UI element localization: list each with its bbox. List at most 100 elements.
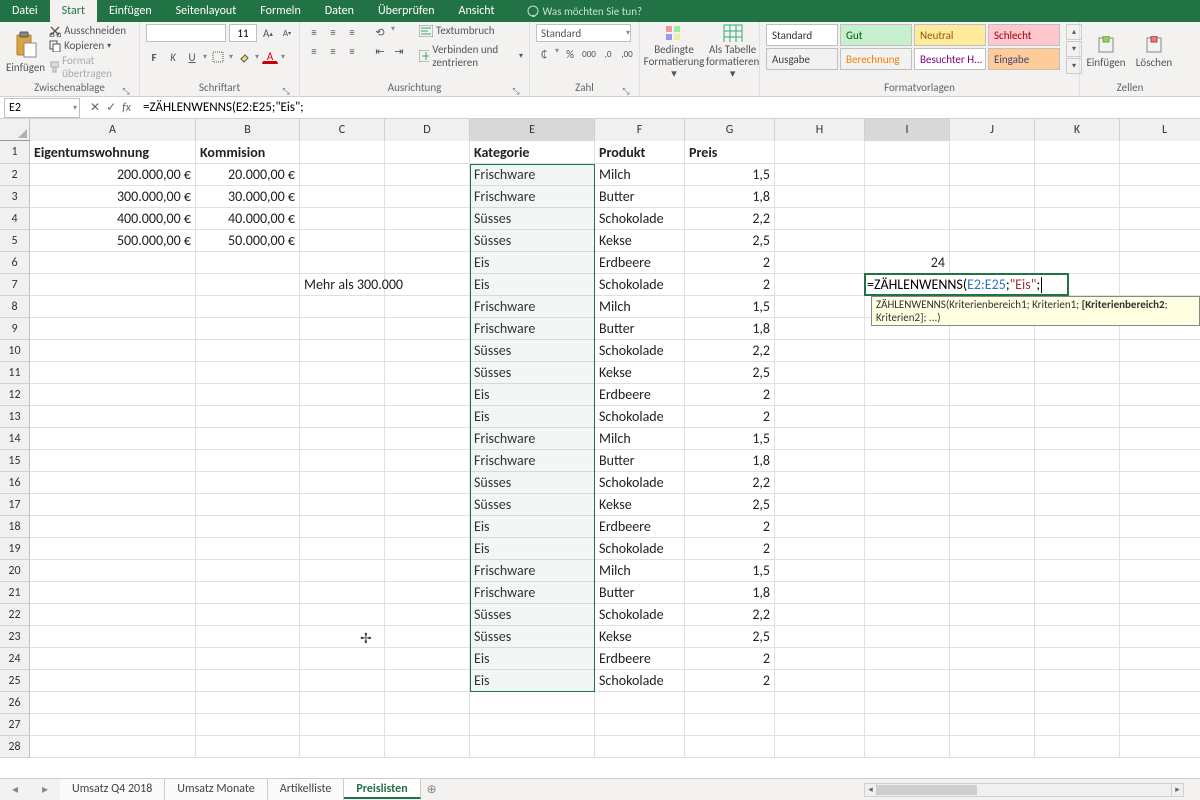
fx-icon[interactable]: fx [122,101,131,115]
row-header-15[interactable]: 15 [0,450,30,472]
cell-G2[interactable]: 1,5 [685,164,775,186]
cell-G9[interactable]: 1,8 [685,318,775,340]
cell-G19[interactable]: 2 [685,538,775,560]
cell-D25[interactable] [385,670,470,692]
cell-B20[interactable] [196,560,300,582]
cell-H3[interactable] [775,186,865,208]
cell-H9[interactable] [775,318,865,340]
insert-cells-button[interactable]: Einfügen [1086,24,1126,80]
cell-H25[interactable] [775,670,865,692]
cell-K19[interactable] [1035,538,1120,560]
ribbon-tab-daten[interactable]: Daten [313,0,366,22]
column-header-C[interactable]: C [300,119,385,141]
increase-font-icon[interactable]: A▴ [260,25,276,41]
cell-D26[interactable] [385,692,470,714]
column-header-J[interactable]: J [950,119,1035,141]
cell-L26[interactable] [1120,692,1200,714]
cell-J26[interactable] [950,692,1035,714]
row-header-25[interactable]: 25 [0,670,30,692]
cell-I10[interactable] [865,340,950,362]
cell-I27[interactable] [865,714,950,736]
cell-E17[interactable]: Süsses [470,494,595,516]
cell-J2[interactable] [950,164,1035,186]
cell-J11[interactable] [950,362,1035,384]
currency-icon[interactable]: ₵ [536,46,552,62]
cell-B6[interactable] [196,252,300,274]
row-header-12[interactable]: 12 [0,384,30,406]
column-header-L[interactable]: L [1120,119,1200,141]
cell-H6[interactable] [775,252,865,274]
cell-G7[interactable]: 2 [685,274,775,296]
cell-C5[interactable] [300,230,385,252]
cell-H13[interactable] [775,406,865,428]
cell-E12[interactable]: Eis [470,384,595,406]
cell-C9[interactable] [300,318,385,340]
cell-D10[interactable] [385,340,470,362]
cell-B5[interactable]: 50.000,00 € [196,230,300,252]
orientation-icon[interactable]: ⟲ [372,24,388,40]
cell-I11[interactable] [865,362,950,384]
cell-F2[interactable]: Milch [595,164,685,186]
cell-A22[interactable] [30,604,196,626]
cell-G18[interactable]: 2 [685,516,775,538]
ribbon-tab-überprüfen[interactable]: Überprüfen [366,0,447,22]
cell-I12[interactable] [865,384,950,406]
cell-J23[interactable] [950,626,1035,648]
row-header-23[interactable]: 23 [0,626,30,648]
cell-E25[interactable]: Eis [470,670,595,692]
cell-J25[interactable] [950,670,1035,692]
cell-F25[interactable]: Schokolade [595,670,685,692]
cell-C6[interactable] [300,252,385,274]
cell-G27[interactable] [685,714,775,736]
cell-J19[interactable] [950,538,1035,560]
cell-I28[interactable] [865,736,950,758]
cell-G1[interactable]: Preis [685,141,775,164]
font-dialog-launcher-icon[interactable]: ⤡ [281,85,291,95]
ribbon-tab-datei[interactable]: Datei [0,0,50,22]
cell-G3[interactable]: 1,8 [685,186,775,208]
horizontal-scrollbar[interactable]: ◂▸ [864,783,1184,797]
cell-B24[interactable] [196,648,300,670]
cell-F6[interactable]: Erdbeere [595,252,685,274]
paste-button[interactable]: Einfügen [6,24,45,80]
format-painter-button[interactable]: Format übertragen [49,54,133,80]
cell-L21[interactable] [1120,582,1200,604]
font-size-input[interactable] [229,24,257,42]
cell-C18[interactable] [300,516,385,538]
cell-H27[interactable] [775,714,865,736]
cell-E19[interactable]: Eis [470,538,595,560]
style-ausgabe[interactable]: Ausgabe [766,48,838,70]
cell-I24[interactable] [865,648,950,670]
thousands-icon[interactable]: 000 [581,46,597,62]
cell-H16[interactable] [775,472,865,494]
cell-F28[interactable] [595,736,685,758]
cell-F8[interactable]: Milch [595,296,685,318]
cell-L20[interactable] [1120,560,1200,582]
cell-C16[interactable] [300,472,385,494]
cell-J28[interactable] [950,736,1035,758]
cell-G16[interactable]: 2,2 [685,472,775,494]
ribbon-tab-seitenlayout[interactable]: Seitenlayout [164,0,249,22]
cell-I5[interactable] [865,230,950,252]
cell-K20[interactable] [1035,560,1120,582]
cell-L15[interactable] [1120,450,1200,472]
style-berechnung[interactable]: Berechnung [840,48,912,70]
cell-F17[interactable]: Kekse [595,494,685,516]
cell-B7[interactable] [196,274,300,296]
cell-E20[interactable]: Frischware [470,560,595,582]
sheet-nav-prev-icon[interactable]: ◂ [12,782,18,797]
cell-F5[interactable]: Kekse [595,230,685,252]
style-schlecht[interactable]: Schlecht [988,24,1060,46]
cell-K22[interactable] [1035,604,1120,626]
cell-H14[interactable] [775,428,865,450]
cell-G15[interactable]: 1,8 [685,450,775,472]
cell-K24[interactable] [1035,648,1120,670]
cell-I3[interactable] [865,186,950,208]
cell-L27[interactable] [1120,714,1200,736]
cell-A21[interactable] [30,582,196,604]
spreadsheet-grid[interactable]: ABCDEFGHIJKL 123456789101112131415161718… [0,119,1200,779]
row-header-28[interactable]: 28 [0,736,30,758]
cell-E26[interactable] [470,692,595,714]
sheet-tab-umsatz-monate[interactable]: Umsatz Monate [165,779,267,800]
cell-H10[interactable] [775,340,865,362]
